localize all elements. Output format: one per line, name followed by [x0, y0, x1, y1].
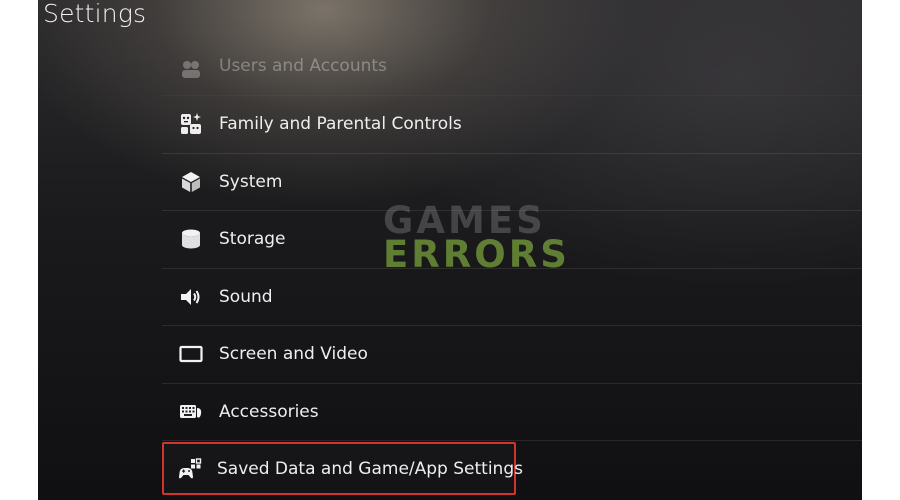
- menu-item-system[interactable]: System: [162, 154, 862, 211]
- speaker-icon: [178, 284, 204, 310]
- menu-item-saved-data-and-game-app-settings[interactable]: Saved Data and Game/App Settings: [162, 442, 523, 495]
- cube-icon: [178, 169, 204, 195]
- menu-item-sound[interactable]: Sound: [162, 269, 862, 326]
- users-icon: [178, 56, 204, 82]
- storage-icon: [178, 226, 204, 252]
- menu-item-label: System: [219, 171, 283, 192]
- family-icon: [178, 111, 204, 137]
- page-title: Settings: [43, 0, 147, 28]
- settings-menu: Users and Accounts Family and Parental C…: [162, 38, 862, 495]
- menu-item-label: Users and Accounts: [219, 56, 387, 76]
- menu-item-label: Family and Parental Controls: [219, 114, 462, 135]
- menu-item-accessories[interactable]: Accessories: [162, 384, 862, 441]
- menu-item-label: Accessories: [219, 401, 319, 422]
- menu-item-label: Storage: [219, 229, 286, 250]
- settings-screen: Settings Users and Accounts Family and P…: [38, 0, 862, 500]
- saved-data-icon: [178, 456, 202, 482]
- menu-item-label: Saved Data and Game/App Settings: [217, 458, 523, 479]
- menu-item-label: Sound: [219, 286, 273, 307]
- menu-item-family-and-parental-controls[interactable]: Family and Parental Controls: [162, 96, 862, 154]
- menu-item-storage[interactable]: Storage: [162, 211, 862, 269]
- menu-item-users-and-accounts[interactable]: Users and Accounts: [162, 38, 862, 96]
- menu-item-screen-and-video[interactable]: Screen and Video: [162, 326, 862, 384]
- keyboard-icon: [178, 399, 204, 425]
- menu-item-label: Screen and Video: [219, 344, 368, 365]
- screen-icon: [178, 341, 204, 367]
